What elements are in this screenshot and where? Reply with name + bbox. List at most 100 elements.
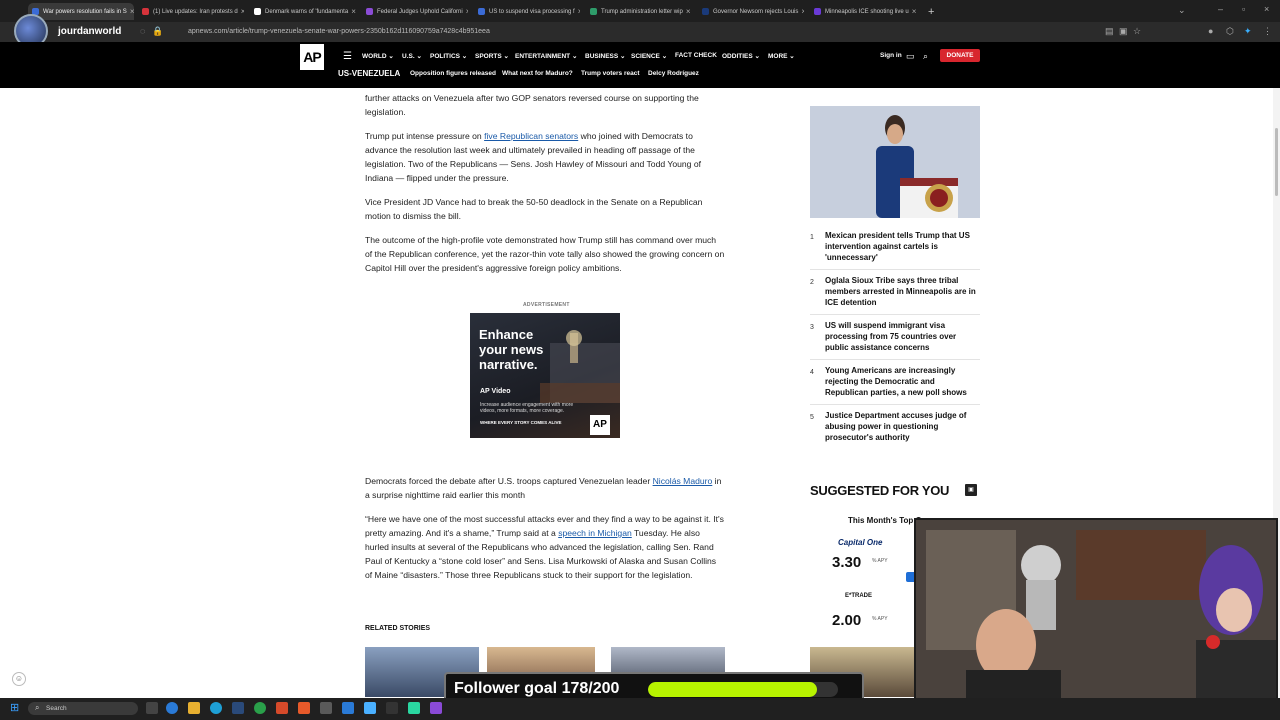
search-icon[interactable]: ⌕ xyxy=(923,51,928,62)
steam-icon[interactable] xyxy=(232,702,244,714)
follower-goal-fill xyxy=(648,682,818,697)
most-read-thumbnail[interactable] xyxy=(810,106,980,218)
bank-logo: E*TRADE xyxy=(845,593,873,599)
scrollbar-thumb[interactable] xyxy=(1275,128,1278,196)
ap-logo[interactable]: AP xyxy=(300,44,324,70)
ad-ap-logo: AP xyxy=(590,415,610,435)
headline-link[interactable]: Mexican president tells Trump that US in… xyxy=(825,230,980,263)
speech-michigan-link[interactable]: speech in Michigan xyxy=(558,528,632,538)
nav-science[interactable]: SCIENCE ⌄ xyxy=(631,52,667,60)
windows-start-icon[interactable]: ⊞ xyxy=(10,703,19,714)
close-icon[interactable]: × xyxy=(463,7,468,16)
extensions-icon[interactable]: ⬡ xyxy=(1226,26,1234,37)
browser-tab[interactable]: Denmark warns of 'fundamenta × xyxy=(250,3,356,20)
most-read-item[interactable]: 2 Oglala Sioux Tribe says three tribal m… xyxy=(810,275,980,319)
text-run: Democrats forced the debate after U.S. t… xyxy=(365,476,653,486)
close-icon[interactable]: × xyxy=(683,7,691,16)
headline-link[interactable]: Young Americans are increasingly rejecti… xyxy=(825,365,980,398)
nav-label: ODDITIES xyxy=(722,53,753,60)
divider xyxy=(810,269,980,270)
close-window-icon[interactable]: × xyxy=(1264,4,1269,14)
reader-icon[interactable]: ▤ xyxy=(1105,26,1114,37)
browser-tab[interactable]: (1) Live updates: Iran protests d × xyxy=(138,3,244,20)
menu-icon[interactable]: ⋮ xyxy=(1263,26,1272,37)
browser-tab[interactable]: War powers resolution fails in S × xyxy=(28,3,134,20)
close-icon[interactable]: × xyxy=(909,7,916,16)
task-view-icon[interactable] xyxy=(146,702,158,714)
nav-us[interactable]: U.S. ⌄ xyxy=(402,52,422,60)
close-icon[interactable]: × xyxy=(348,7,356,16)
nav-oddities[interactable]: ODDITIES ⌄ xyxy=(722,52,760,60)
obs-icon[interactable] xyxy=(386,702,398,714)
app-icon[interactable] xyxy=(408,702,420,714)
hamburger-menu-icon[interactable]: ☰ xyxy=(343,51,352,62)
nav-entertainment[interactable]: ENTERTAINMENT ⌄ xyxy=(515,52,577,60)
donate-button[interactable]: DONATE xyxy=(940,49,980,62)
profile-icon[interactable]: ● xyxy=(1208,26,1213,36)
close-icon[interactable]: × xyxy=(127,7,134,16)
accessibility-icon[interactable]: ☺ xyxy=(12,672,26,686)
most-read-item[interactable]: 4 Young Americans are increasingly rejec… xyxy=(810,365,980,409)
browser-tab[interactable]: Governor Newsom rejects Louis × xyxy=(698,3,804,20)
rank-number: 4 xyxy=(810,369,814,376)
nav-fact-check[interactable]: FACT CHECK xyxy=(675,52,717,59)
tab-favicon-icon xyxy=(478,8,485,15)
subnav-link[interactable]: What next for Maduro? xyxy=(502,70,573,77)
ad-cta[interactable]: WHERE EVERY STORY COMES ALIVE xyxy=(480,420,562,425)
tab-label: War powers resolution fails in S xyxy=(43,8,127,15)
most-read-item[interactable]: 5 Justice Department accuses judge of ab… xyxy=(810,410,980,454)
article-paragraph: Democrats forced the debate after U.S. t… xyxy=(365,474,725,502)
edge-icon[interactable] xyxy=(210,702,222,714)
nav-world[interactable]: WORLD ⌄ xyxy=(362,52,394,60)
url-field[interactable]: apnews.com/article/trump-venezuela-senat… xyxy=(162,26,1092,38)
most-read-item[interactable]: 1 Mexican president tells Trump that US … xyxy=(810,230,980,274)
close-icon[interactable]: × xyxy=(238,7,244,16)
most-read-item[interactable]: 3 US will suspend immigrant visa process… xyxy=(810,320,980,364)
chat-icon[interactable]: ▭ xyxy=(906,51,915,62)
ad-info-icon[interactable]: ▣ xyxy=(965,484,977,496)
browser-tab[interactable]: Minneapolis ICE shooting live u × xyxy=(810,3,916,20)
close-icon[interactable]: × xyxy=(575,7,580,16)
app-icon[interactable] xyxy=(320,702,332,714)
app-icon[interactable] xyxy=(276,702,288,714)
star-icon[interactable]: ☆ xyxy=(1133,26,1141,37)
brave-icon[interactable] xyxy=(298,702,310,714)
twitch-icon[interactable] xyxy=(430,702,442,714)
maximize-icon[interactable]: ▫ xyxy=(1242,4,1245,14)
nav-politics[interactable]: POLITICS ⌄ xyxy=(430,52,467,60)
shield-icon[interactable]: ◌ xyxy=(140,26,145,36)
app-icon[interactable] xyxy=(364,702,376,714)
section-label[interactable]: US-VENEZUELA xyxy=(338,69,400,78)
subnav-link[interactable]: Delcy Rodríguez xyxy=(648,70,699,77)
extension-icon[interactable]: ✦ xyxy=(1244,26,1252,37)
subnav-link[interactable]: Opposition figures released xyxy=(410,70,496,77)
app-icon[interactable] xyxy=(166,702,178,714)
taskbar-search[interactable]: Search xyxy=(28,702,138,715)
maduro-link[interactable]: Nicolás Maduro xyxy=(653,476,713,486)
nav-sports[interactable]: SPORTS ⌄ xyxy=(475,52,509,60)
ad-description: Increase audience engagement with more v… xyxy=(480,402,574,414)
subnav-link[interactable]: Trump voters react xyxy=(581,70,640,77)
nav-business[interactable]: BUSINESS ⌄ xyxy=(585,52,626,60)
headline-link[interactable]: Oglala Sioux Tribe says three tribal mem… xyxy=(825,275,980,308)
close-icon[interactable]: × xyxy=(798,7,804,16)
app-icon[interactable] xyxy=(342,702,354,714)
browser-tab[interactable]: US to suspend visa processing f× xyxy=(474,3,580,20)
photo-image xyxy=(810,106,980,218)
headline-link[interactable]: US will suspend immigrant visa processin… xyxy=(825,320,980,353)
screenshot-icon[interactable]: ▣ xyxy=(1119,26,1128,37)
minimize-icon[interactable]: – xyxy=(1218,4,1223,14)
headline-link[interactable]: Justice Department accuses judge of abus… xyxy=(825,410,980,443)
advertisement[interactable]: Enhance your news narrative. AP Video In… xyxy=(470,313,620,438)
tab-favicon-icon xyxy=(142,8,149,15)
file-explorer-icon[interactable] xyxy=(188,702,200,714)
tab-label: Trump administration letter wip xyxy=(601,8,683,15)
five-senators-link[interactable]: five Republican senators xyxy=(484,131,578,141)
nav-more[interactable]: MORE ⌄ xyxy=(768,52,795,60)
new-tab-button[interactable]: + xyxy=(924,3,940,20)
sign-in-link[interactable]: Sign in xyxy=(880,52,902,59)
browser-tab[interactable]: Federal Judges Uphold Californi× xyxy=(362,3,468,20)
xbox-icon[interactable] xyxy=(254,702,266,714)
chevron-down-icon[interactable]: ⌄ xyxy=(1178,5,1186,16)
browser-tab[interactable]: Trump administration letter wip × xyxy=(586,3,692,20)
